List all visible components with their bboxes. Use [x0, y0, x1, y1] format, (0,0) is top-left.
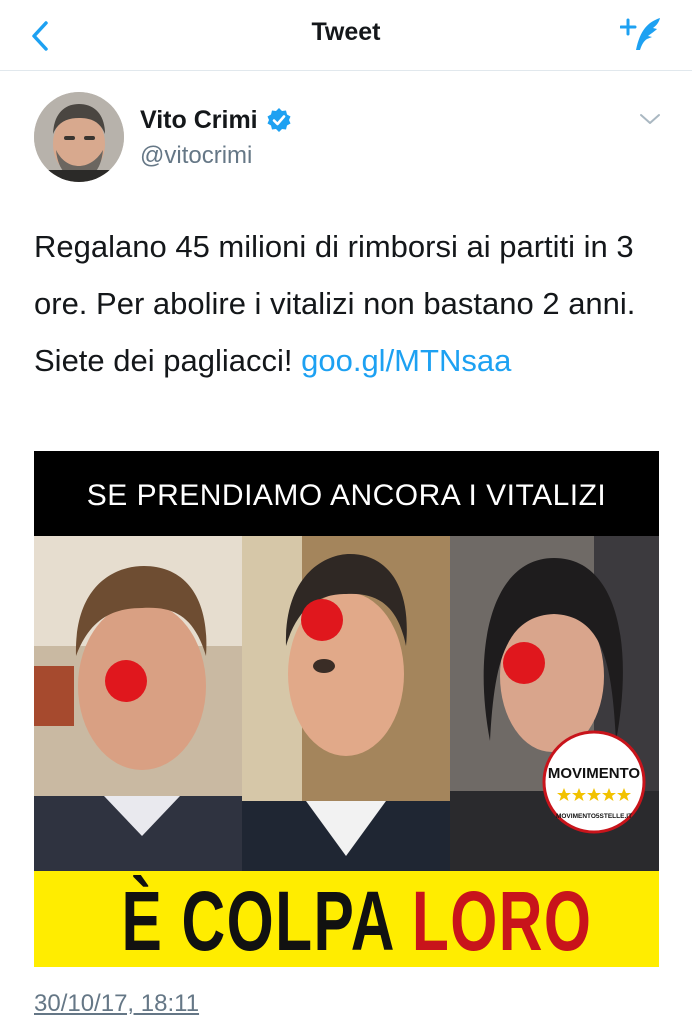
logo-url: MOVIMENTO5STELLE.IT — [556, 813, 632, 820]
movimento-logo: MOVIMENTO MOVIMENTO5STELLE.IT — [542, 730, 646, 834]
image-caption: È COLPA LORO — [121, 874, 590, 967]
image-banner-text: SE PRENDIAMO ANCORA I VITALIZI — [34, 451, 659, 536]
page-title: Tweet — [311, 18, 381, 46]
tweet-timestamp[interactable]: 30/10/17, 18:11 — [34, 990, 199, 1018]
logo-text: MOVIMENTO — [548, 765, 641, 782]
verified-badge-icon — [267, 108, 291, 132]
image-caption-band: È COLPA LORO — [34, 871, 659, 967]
top-nav-bar: Tweet — [0, 0, 692, 71]
author-handle[interactable]: @vitocrimi — [140, 142, 252, 170]
tweet-text: Regalano 45 milioni di rimborsi ai parti… — [34, 218, 664, 389]
author-name-row[interactable]: Vito Crimi — [140, 104, 292, 136]
compose-tweet-icon — [619, 18, 660, 50]
caption-red-text: LORO — [411, 874, 593, 967]
tweet-link[interactable]: goo.gl/MTNsaa — [301, 343, 511, 378]
author-display-name: Vito Crimi — [140, 105, 258, 134]
compose-tweet-button[interactable] — [619, 14, 664, 56]
avatar-image — [34, 92, 124, 182]
chevron-down-icon[interactable] — [638, 110, 662, 128]
tweet-image[interactable]: SE PRENDIAMO ANCORA I VITALIZI MOVIMENTO — [34, 451, 659, 967]
caption-black-text: È COLPA — [121, 874, 394, 967]
avatar[interactable] — [34, 92, 124, 182]
